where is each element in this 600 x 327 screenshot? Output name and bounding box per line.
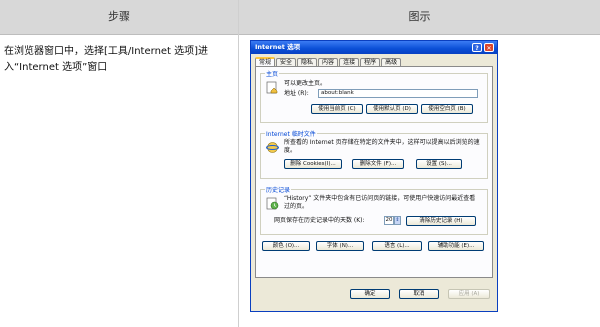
help-button[interactable]: ? [472, 43, 482, 52]
header-step: 步骤 [108, 10, 130, 23]
history-legend: 历史记录 [266, 187, 291, 194]
dialog-titlebar: Internet 选项 ? ✕ [251, 41, 497, 54]
delete-cookies-button[interactable]: 删除 Cookies(I)... [284, 159, 342, 169]
use-current-button[interactable]: 使用当前页 (C) [311, 104, 363, 114]
history-description: “History” 文件夹中包含有已访问页的链接，可使用户快速访问最近查看过的页… [284, 195, 476, 210]
tab-strip: 常规 安全 隐私 内容 连接 程序 高级 [255, 57, 402, 68]
clear-history-button[interactable]: 清除历史记录 (H) [406, 216, 476, 226]
column-divider [238, 0, 239, 327]
use-default-button[interactable]: 使用默认页 (D) [366, 104, 418, 114]
address-label: 地址 (R): [284, 90, 309, 97]
home-page-hint: 可以更改主页。 [284, 80, 327, 87]
temp-files-icon [266, 142, 279, 153]
ok-button[interactable]: 确定 [350, 289, 390, 299]
languages-button[interactable]: 语言 (L)... [372, 241, 422, 251]
step-text: 在浏览器窗口中，选择[工具/Internet 选项]进入“Internet 选项… [4, 46, 209, 73]
settings-button[interactable]: 设置 (S)... [416, 159, 462, 169]
close-button[interactable]: ✕ [484, 43, 494, 52]
cancel-button[interactable]: 取消 [399, 289, 439, 299]
table-header: 步骤 图示 [0, 0, 600, 35]
history-icon [266, 197, 279, 210]
history-days-input[interactable]: 20 [384, 216, 394, 225]
use-blank-button[interactable]: 使用空白页 (B) [421, 104, 473, 114]
home-page-legend: 主页 [266, 71, 279, 78]
colors-button[interactable]: 颜色 (O)... [262, 241, 310, 251]
history-days-spinner[interactable]: ⇕ [394, 216, 401, 225]
dialog-title: Internet 选项 [255, 43, 301, 51]
header-illustration: 图示 [408, 10, 431, 23]
general-tab-panel: 主页 可以更改主页。 地址 (R): about:blank 使用当前页 (C)… [255, 66, 493, 278]
accessibility-button[interactable]: 辅助功能 (E)... [428, 241, 484, 251]
history-days-label: 网页保存在历史记录中的天数 (K): [274, 217, 365, 224]
internet-options-dialog: Internet 选项 ? ✕ 常规 安全 隐私 内容 连接 程序 高级 主页 可以更改主页… [250, 40, 498, 312]
home-page-icon [266, 81, 278, 94]
temp-files-description: 所查看的 Internet 页存储在特定的文件夹中，这样可以提高以后浏览的速度。 [284, 139, 480, 154]
apply-button[interactable]: 应用 (A) [448, 289, 490, 299]
fonts-button[interactable]: 字体 (N)... [316, 241, 364, 251]
delete-files-button[interactable]: 删除文件 (F)... [352, 159, 404, 169]
home-address-input[interactable]: about:blank [318, 89, 478, 98]
temp-files-legend: Internet 临时文件 [266, 131, 316, 138]
